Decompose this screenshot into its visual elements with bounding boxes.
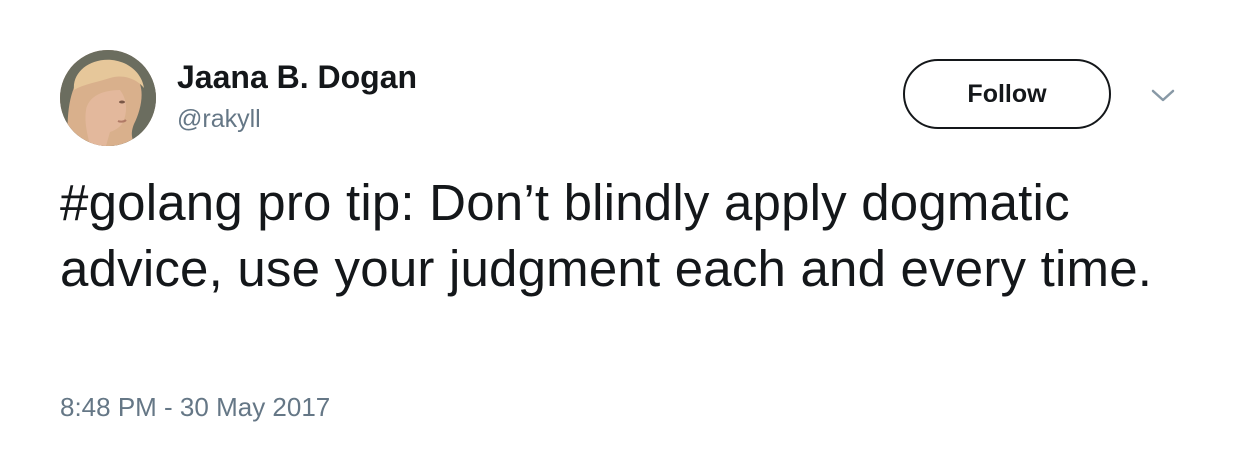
follow-button[interactable]: Follow <box>903 59 1111 129</box>
tweet-timestamp[interactable]: 8:48 PM - 30 May 2017 <box>60 390 330 424</box>
follow-button-label: Follow <box>967 79 1047 108</box>
author-display-name[interactable]: Jaana B. Dogan <box>177 58 417 96</box>
chevron-down-icon[interactable] <box>1150 84 1176 106</box>
tweet-card: Jaana B. Dogan @rakyll Follow #golang pr… <box>0 0 1246 450</box>
tweet-text: #golang pro tip: Don’t blindly apply dog… <box>60 174 1153 297</box>
author-handle[interactable]: @rakyll <box>177 104 261 134</box>
profile-photo-icon <box>60 50 156 146</box>
avatar[interactable] <box>60 50 156 146</box>
